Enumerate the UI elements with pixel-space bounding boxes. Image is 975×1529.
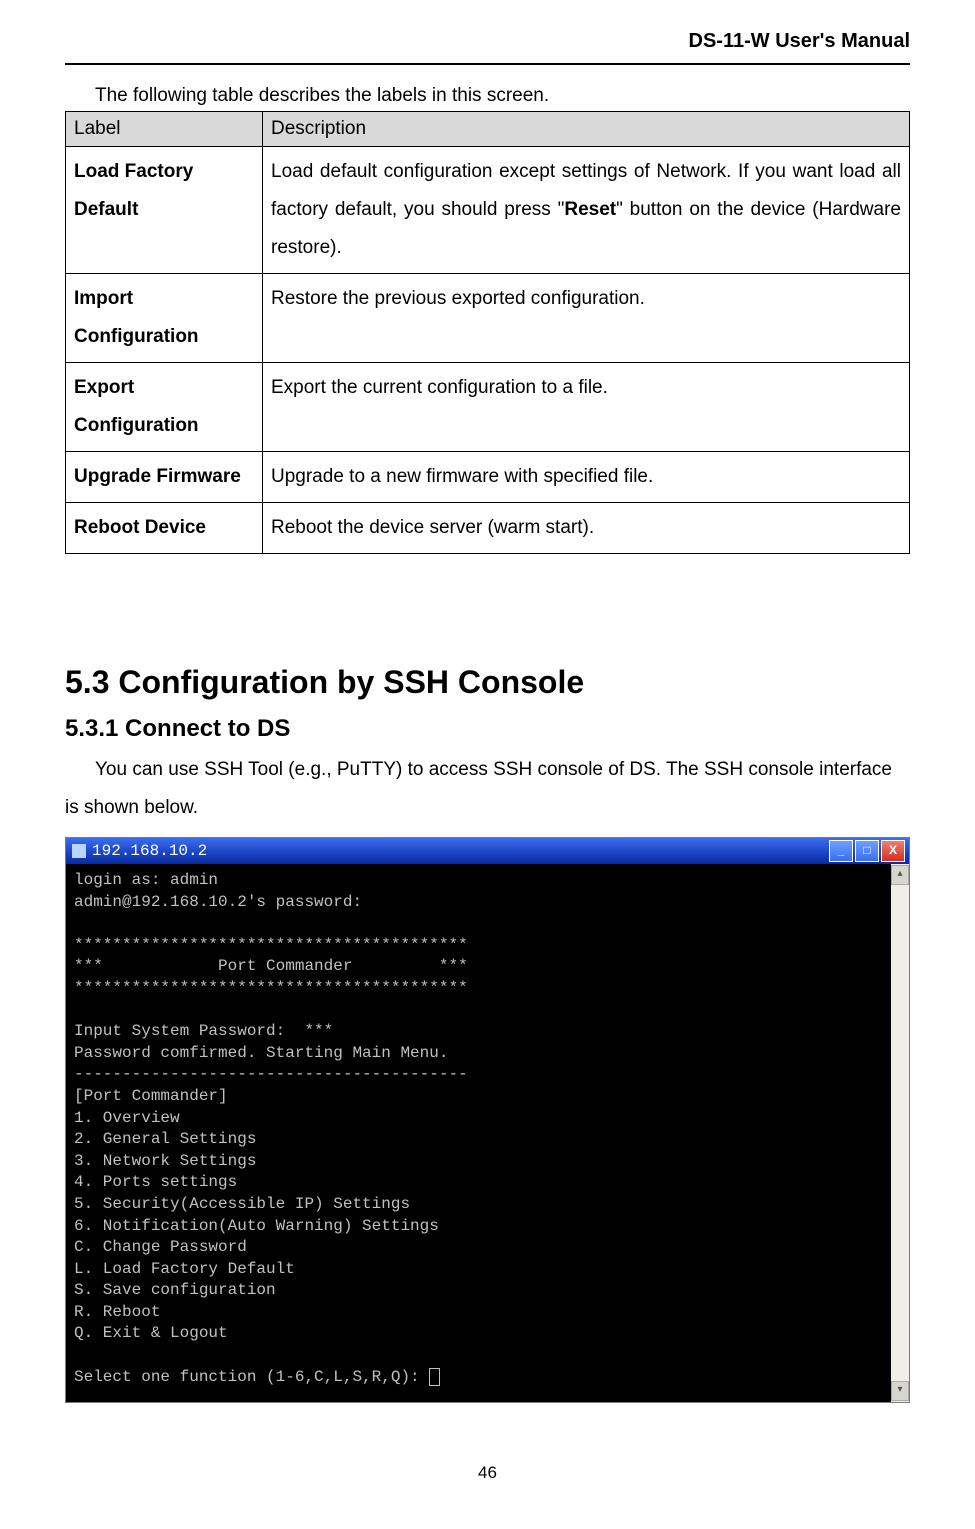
row-description: Load default configuration except settin…	[263, 147, 910, 274]
table-row: Load Factory Default Load default config…	[66, 147, 910, 274]
table-head-description: Description	[263, 112, 910, 147]
table-intro-text: The following table describes the labels…	[95, 85, 910, 107]
row-description: Upgrade to a new firmware with specified…	[263, 452, 910, 503]
terminal-output[interactable]: login as: admin admin@192.168.10.2's pas…	[66, 864, 891, 1402]
table-row: Reboot Device Reboot the device server (…	[66, 503, 910, 554]
row-description: Restore the previous exported configurat…	[263, 274, 910, 363]
scroll-up-icon[interactable]: ▴	[891, 865, 909, 885]
scrollbar[interactable]: ▴ ▾	[891, 864, 909, 1402]
terminal-text: login as: admin admin@192.168.10.2's pas…	[74, 871, 468, 1386]
row-label: Import Configuration	[66, 274, 263, 363]
window-title: 192.168.10.2	[92, 842, 207, 860]
ssh-window: 192.168.10.2 _ □ X login as: admin admin…	[65, 837, 910, 1403]
table-row: Upgrade Firmware Upgrade to a new firmwa…	[66, 452, 910, 503]
table-row: Export Configuration Export the current …	[66, 363, 910, 452]
table-row: Import Configuration Restore the previou…	[66, 274, 910, 363]
page-number: 46	[65, 1463, 910, 1483]
subsection-heading: 5.3.1 Connect to DS	[65, 715, 910, 743]
labels-table: Label Description Load Factory Default L…	[65, 111, 910, 554]
cursor-icon	[429, 1368, 440, 1386]
row-label: Reboot Device	[66, 503, 263, 554]
table-head-label: Label	[66, 112, 263, 147]
row-description: Export the current configuration to a fi…	[263, 363, 910, 452]
close-button[interactable]: X	[881, 840, 905, 862]
putty-icon	[72, 844, 86, 858]
section-body: You can use SSH Tool (e.g., PuTTY) to ac…	[65, 751, 910, 827]
row-label: Upgrade Firmware	[66, 452, 263, 503]
maximize-button[interactable]: □	[855, 840, 879, 862]
page-header: DS-11-W User's Manual	[65, 30, 910, 65]
scroll-down-icon[interactable]: ▾	[891, 1381, 909, 1401]
row-description: Reboot the device server (warm start).	[263, 503, 910, 554]
section-heading: 5.3 Configuration by SSH Console	[65, 664, 910, 701]
window-titlebar[interactable]: 192.168.10.2 _ □ X	[66, 838, 909, 864]
row-label: Load Factory Default	[66, 147, 263, 274]
desc-bold: Reset	[564, 199, 616, 220]
minimize-button[interactable]: _	[829, 840, 853, 862]
row-label: Export Configuration	[66, 363, 263, 452]
